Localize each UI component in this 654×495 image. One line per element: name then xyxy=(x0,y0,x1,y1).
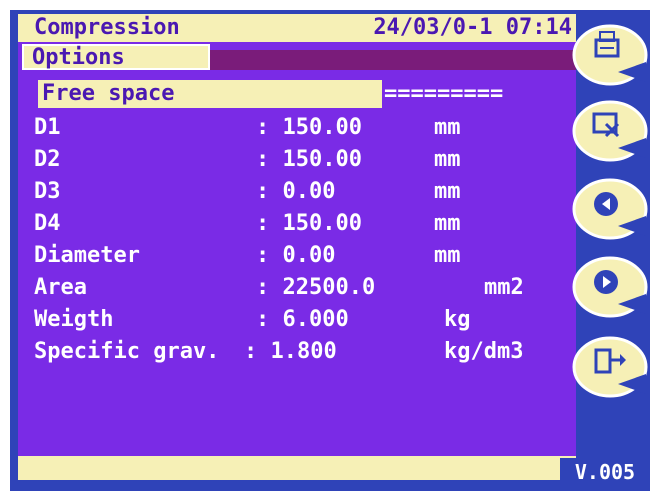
delete-button[interactable] xyxy=(566,98,650,164)
row-area[interactable]: Area : 22500.0 mm2 xyxy=(18,272,576,304)
previous-icon xyxy=(594,192,618,216)
row-label: D4 xyxy=(34,211,61,236)
row-unit: mm xyxy=(434,147,461,172)
options-label: Options xyxy=(32,45,125,70)
row-unit: mm xyxy=(434,211,461,236)
row-label: D3 xyxy=(34,179,61,204)
row-unit: mm2 xyxy=(484,275,524,300)
next-button[interactable] xyxy=(566,254,650,320)
print-button[interactable] xyxy=(566,22,650,88)
options-bar xyxy=(210,50,576,70)
row-value: : 1.800 xyxy=(244,339,337,364)
options-menu[interactable]: Options xyxy=(22,44,210,70)
title-bar: Compression 24/03/0-1 07:14 xyxy=(18,14,576,42)
row-d3[interactable]: D3 : 0.00 mm xyxy=(18,176,576,208)
row-value: : 0.00 xyxy=(256,243,336,268)
row-unit: mm xyxy=(434,179,461,204)
row-value: : 0.00 xyxy=(256,179,336,204)
row-label: D2 xyxy=(34,147,61,172)
row-d2[interactable]: D2 : 150.00 mm xyxy=(18,144,576,176)
status-bar xyxy=(18,456,576,480)
free-space-bar: ========= xyxy=(384,81,504,106)
row-weight[interactable]: Weigth : 6.000 kg xyxy=(18,304,576,336)
row-d1[interactable]: D1 : 150.00 mm xyxy=(18,112,576,144)
row-label: Area xyxy=(34,275,87,300)
next-icon xyxy=(594,270,618,294)
row-label: Specific grav. xyxy=(34,339,220,364)
lcd-screen: Compression 24/03/0-1 07:14 Options Free… xyxy=(18,14,576,480)
row-unit: mm xyxy=(434,115,461,140)
row-value: : 150.00 xyxy=(256,211,362,236)
free-space-row: Free space ========= xyxy=(18,76,576,112)
date-time: 24/03/0-1 07:14 xyxy=(373,15,572,40)
options-row: Options xyxy=(18,42,576,72)
row-specific-gravity[interactable]: Specific grav. : 1.800 kg/dm3 xyxy=(18,336,576,368)
free-space-field[interactable]: Free space xyxy=(38,80,382,108)
row-value: : 150.00 xyxy=(256,147,362,172)
row-value: : 6.000 xyxy=(256,307,349,332)
row-unit: kg xyxy=(444,307,471,332)
page-title: Compression xyxy=(34,15,180,40)
row-value: : 150.00 xyxy=(256,115,362,140)
row-d4[interactable]: D4 : 150.00 mm xyxy=(18,208,576,240)
row-value: : 22500.0 xyxy=(256,275,376,300)
row-label: Weigth xyxy=(34,307,114,332)
row-unit: mm xyxy=(434,243,461,268)
row-label: D1 xyxy=(34,115,61,140)
exit-button[interactable] xyxy=(566,334,650,400)
row-unit: kg/dm3 xyxy=(444,339,524,364)
free-space-label: Free space xyxy=(42,81,175,106)
row-diameter[interactable]: Diameter : 0.00 mm xyxy=(18,240,576,272)
version-label: V.005 xyxy=(560,458,650,488)
previous-button[interactable] xyxy=(566,176,650,242)
row-label: Diameter xyxy=(34,243,140,268)
